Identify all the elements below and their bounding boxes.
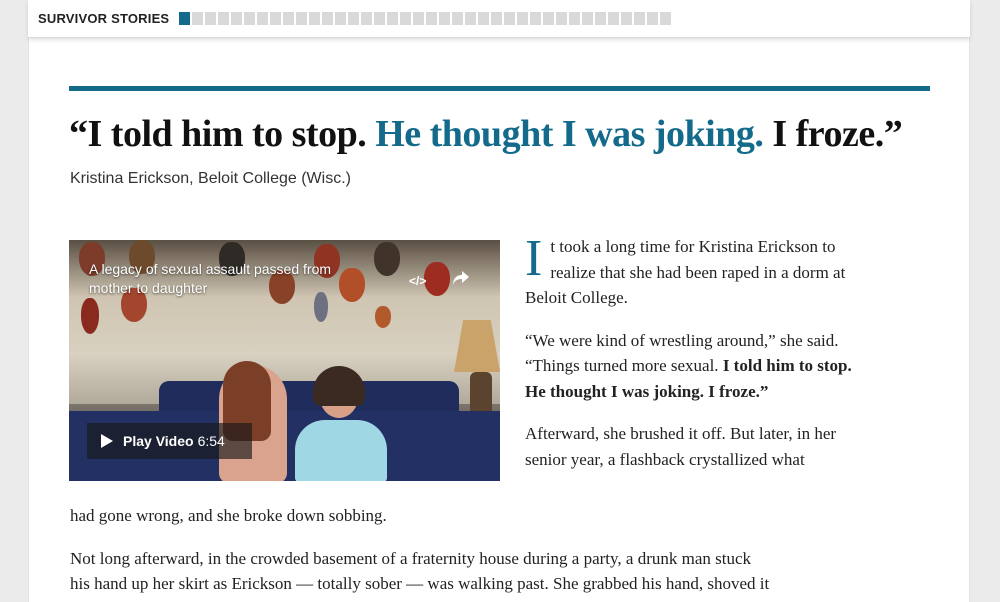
progress-segment[interactable]	[621, 12, 633, 25]
progress-segment[interactable]	[218, 12, 230, 25]
progress-segment[interactable]	[192, 12, 204, 25]
paragraph-3: Afterward, she brushed it off. But later…	[525, 424, 837, 469]
progress-segment[interactable]	[361, 12, 373, 25]
progress-segment[interactable]	[231, 12, 243, 25]
progress-segment[interactable]	[257, 12, 269, 25]
headline-part1: “I told him to stop.	[69, 113, 367, 155]
progress-segment[interactable]	[504, 12, 516, 25]
progress-segment[interactable]	[426, 12, 438, 25]
progress-segment[interactable]	[348, 12, 360, 25]
progress-segment[interactable]	[569, 12, 581, 25]
progress-segment[interactable]	[309, 12, 321, 25]
embed-icon[interactable]: </>	[409, 274, 426, 288]
headline-part2: I froze.”	[772, 113, 903, 155]
headline: “I told him to stop. He thought I was jo…	[69, 112, 903, 156]
progress-segment[interactable]	[556, 12, 568, 25]
byline: Kristina Erickson, Beloit College (Wisc.…	[70, 170, 351, 187]
story-progress-bar: SURVIVOR STORIES	[28, 0, 970, 38]
play-icon	[101, 434, 113, 448]
article-panel: “I told him to stop. He thought I was jo…	[28, 38, 970, 602]
progress-segment[interactable]	[595, 12, 607, 25]
progress-segment[interactable]	[478, 12, 490, 25]
dropcap: I	[525, 230, 543, 287]
progress-segment[interactable]	[270, 12, 282, 25]
headline-highlight: He thought I was joking.	[375, 113, 764, 155]
progress-segment[interactable]	[647, 12, 659, 25]
progress-segment[interactable]	[322, 12, 334, 25]
progress-segment[interactable]	[179, 12, 191, 25]
play-label: Play Video	[123, 433, 194, 449]
video-duration: 6:54	[197, 433, 225, 449]
progress-segment[interactable]	[244, 12, 256, 25]
video-title: A legacy of sexual assault passed from m…	[89, 261, 332, 296]
progress-segment[interactable]	[205, 12, 217, 25]
progress-segment[interactable]	[530, 12, 542, 25]
paragraph-4-line-1: Not long afterward, in the crowded basem…	[70, 549, 752, 568]
progress-segment[interactable]	[582, 12, 594, 25]
progress-segment[interactable]	[517, 12, 529, 25]
paragraph-3-continued: had gone wrong, and she broke down sobbi…	[70, 506, 387, 525]
progress-segment[interactable]	[660, 12, 672, 25]
headline-rule	[69, 86, 930, 91]
video-player[interactable]: A legacy of sexual assault passed from m…	[69, 240, 500, 481]
share-icon[interactable]	[452, 270, 470, 286]
paragraph-1: It took a long time for Kristina Erickso…	[525, 230, 846, 308]
progress-segment[interactable]	[439, 12, 451, 25]
progress-segment[interactable]	[452, 12, 464, 25]
paragraph-2: “We were kind of wrestling around,” she …	[525, 330, 852, 401]
progress-segment[interactable]	[335, 12, 347, 25]
story-progress-segments	[179, 12, 672, 25]
article-column: It took a long time for Kristina Erickso…	[525, 230, 875, 489]
progress-segment[interactable]	[608, 12, 620, 25]
series-label: SURVIVOR STORIES	[38, 11, 170, 26]
progress-segment[interactable]	[634, 12, 646, 25]
progress-segment[interactable]	[543, 12, 555, 25]
progress-segment[interactable]	[413, 12, 425, 25]
progress-segment[interactable]	[283, 12, 295, 25]
paragraph-4-line-2: his hand up her skirt as Erickson — tota…	[70, 574, 770, 593]
play-video-button[interactable]: Play Video 6:54	[87, 423, 252, 459]
progress-segment[interactable]	[491, 12, 503, 25]
progress-segment[interactable]	[400, 12, 412, 25]
progress-segment[interactable]	[387, 12, 399, 25]
progress-segment[interactable]	[296, 12, 308, 25]
progress-segment[interactable]	[374, 12, 386, 25]
progress-segment[interactable]	[465, 12, 477, 25]
